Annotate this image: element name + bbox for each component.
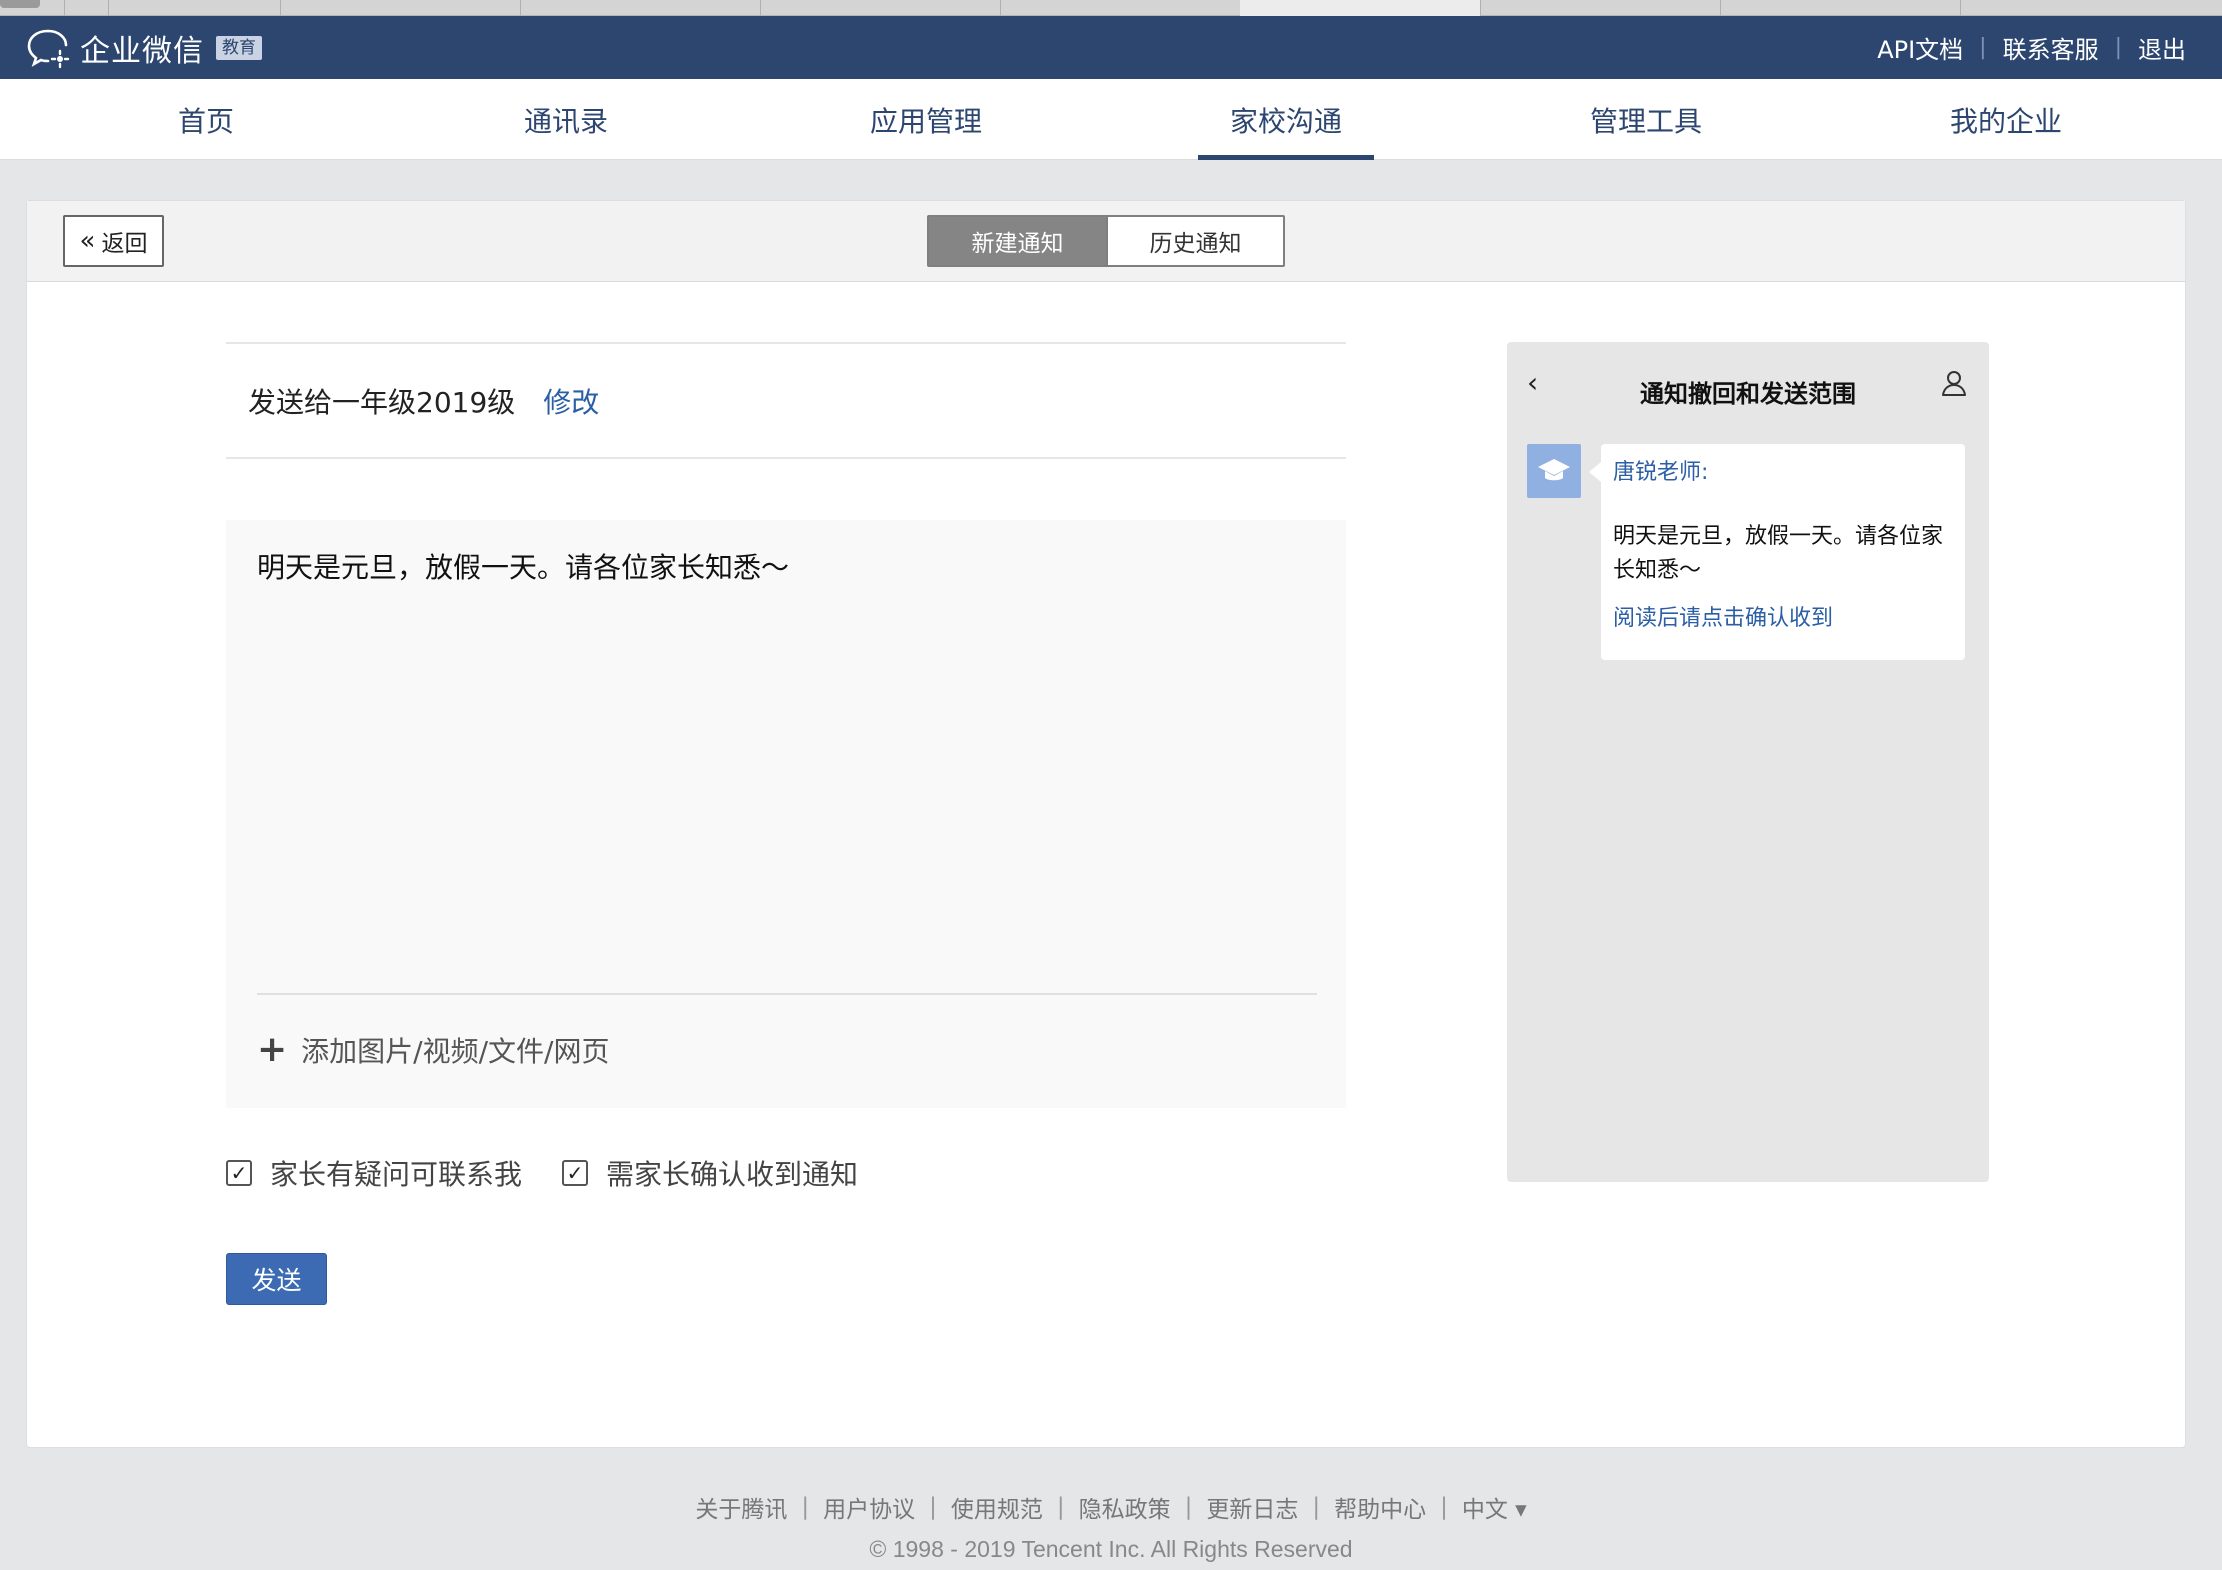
- tab-separator: [1000, 0, 1001, 16]
- footer-link-usage-rules[interactable]: 使用规范: [951, 1490, 1043, 1524]
- checkbox-contact-me[interactable]: ✓: [226, 1160, 252, 1186]
- preview-header: ‹ 通知撤回和发送范围: [1507, 342, 1989, 438]
- logo-badge: 教育: [216, 36, 262, 60]
- tab-separator: [1720, 0, 1721, 16]
- option-contact-me[interactable]: ✓ 家长有疑问可联系我: [226, 1153, 522, 1193]
- double-chevron-left-icon: «: [79, 226, 96, 256]
- preview-message: 明天是元旦，放假一天。请各位家长知悉～: [1613, 524, 1944, 583]
- notice-options: ✓ 家长有疑问可联系我 ✓ 需家长确认收到通知: [226, 1151, 898, 1195]
- nav-item-home-school[interactable]: 家校沟通: [1198, 79, 1374, 160]
- browser-tab-strip: [0, 0, 2222, 16]
- option-require-confirm-label: 需家长确认收到通知: [606, 1158, 859, 1191]
- nav-item-my-enterprise[interactable]: 我的企业: [1918, 79, 2094, 160]
- footer-separator: |: [1312, 1494, 1321, 1520]
- tab-new-notice[interactable]: 新建通知: [929, 217, 1106, 265]
- nav-item-home[interactable]: 首页: [118, 79, 294, 160]
- language-select[interactable]: 中文 ▾: [1462, 1490, 1527, 1524]
- logo-text: 企业微信: [80, 34, 204, 69]
- plus-icon: +: [257, 1029, 288, 1070]
- main-nav: 首页 通讯录 应用管理 家校沟通 管理工具 我的企业: [0, 79, 2222, 160]
- tab-separator: [64, 0, 65, 16]
- option-contact-me-label: 家长有疑问可联系我: [270, 1158, 523, 1191]
- top-header: 企业微信 教育 API文档 | 联系客服 | 退出: [0, 16, 2222, 79]
- wework-logo-icon: [27, 29, 70, 69]
- nav-item-contacts[interactable]: 通讯录: [478, 79, 654, 160]
- footer-links: 关于腾讯 | 用户协议 | 使用规范 | 隐私政策 | 更新日志 | 帮助中心 …: [695, 1490, 1526, 1524]
- phone-preview: ‹ 通知撤回和发送范围 唐锐老师: 明天是元旦，放假一天。请各位家长知悉～ 阅读…: [1507, 342, 1989, 1182]
- browser-tab-active[interactable]: [1240, 0, 1480, 16]
- send-button[interactable]: 发送: [226, 1253, 327, 1305]
- tab-separator: [1960, 0, 1961, 16]
- preview-title: 通知撤回和发送范围: [1640, 380, 1856, 408]
- notice-card: « 返回 新建通知 历史通知 发送给一年级2019级 修改 明天是元旦，放假一天…: [26, 200, 2186, 1448]
- link-separator: |: [2114, 35, 2122, 60]
- footer-link-help[interactable]: 帮助中心: [1334, 1490, 1426, 1524]
- footer-separator: |: [1184, 1494, 1193, 1520]
- graduation-cap-icon: [1538, 459, 1570, 481]
- checkbox-require-confirm[interactable]: ✓: [562, 1160, 589, 1186]
- card-header: « 返回 新建通知 历史通知: [27, 201, 2185, 282]
- add-attachment-button[interactable]: + 添加图片/视频/文件/网页: [257, 1025, 609, 1075]
- tab-separator: [280, 0, 281, 16]
- tab-separator: [520, 0, 521, 16]
- tab-separator: [760, 0, 761, 16]
- preview-message-bubble: 唐锐老师: 明天是元旦，放假一天。请各位家长知悉～ 阅读后请点击确认收到: [1589, 444, 1965, 660]
- tab-history-notice[interactable]: 历史通知: [1106, 217, 1283, 265]
- back-button-label: 返回: [101, 231, 148, 257]
- copyright: © 1998 - 2019 Tencent Inc. All Rights Re…: [869, 1536, 1353, 1562]
- option-require-confirm[interactable]: ✓ 需家长确认收到通知: [562, 1153, 858, 1193]
- footer-link-changelog[interactable]: 更新日志: [1206, 1490, 1298, 1524]
- footer: 关于腾讯 | 用户协议 | 使用规范 | 隐私政策 | 更新日志 | 帮助中心 …: [0, 1490, 2222, 1524]
- nav-item-app-management[interactable]: 应用管理: [838, 79, 1014, 160]
- tab-separator: [108, 0, 109, 16]
- footer-separator: |: [1440, 1494, 1448, 1520]
- api-docs-link[interactable]: API文档: [1877, 30, 1963, 65]
- footer-separator: |: [1056, 1494, 1065, 1520]
- link-separator: |: [1979, 35, 1987, 60]
- notice-content-input[interactable]: 明天是元旦，放假一天。请各位家长知悉～: [257, 548, 1317, 958]
- preview-confirm-link[interactable]: 阅读后请点击确认收到: [1613, 602, 1953, 636]
- segment-control: 新建通知 历史通知: [927, 215, 1285, 267]
- footer-link-user-agreement[interactable]: 用户协议: [823, 1490, 915, 1524]
- add-attachment-label: 添加图片/视频/文件/网页: [301, 1035, 610, 1068]
- footer-separator: |: [801, 1494, 810, 1520]
- edit-recipient-link[interactable]: 修改: [543, 381, 599, 421]
- top-links: API文档 | 联系客服 | 退出: [1877, 16, 2186, 79]
- contact-support-link[interactable]: 联系客服: [2003, 30, 2099, 65]
- logout-link[interactable]: 退出: [2138, 30, 2186, 65]
- notice-editor: 明天是元旦，放假一天。请各位家长知悉～ + 添加图片/视频/文件/网页: [226, 520, 1346, 1108]
- nav-item-management-tools[interactable]: 管理工具: [1558, 79, 1734, 160]
- back-button[interactable]: « 返回: [63, 215, 164, 267]
- footer-separator: |: [929, 1494, 937, 1520]
- footer-link-privacy[interactable]: 隐私政策: [1079, 1490, 1171, 1524]
- teacher-avatar: [1527, 444, 1581, 498]
- recipient-row: 发送给一年级2019级 修改: [226, 342, 1346, 459]
- recipient-text: 发送给一年级2019级: [248, 385, 516, 419]
- editor-divider: [257, 993, 1317, 995]
- preview-sender: 唐锐老师:: [1613, 460, 1709, 485]
- browser-tab-button[interactable]: [0, 0, 40, 8]
- user-icon[interactable]: [1939, 368, 1969, 398]
- logo[interactable]: 企业微信 教育: [26, 26, 262, 70]
- footer-link-about[interactable]: 关于腾讯: [695, 1490, 787, 1524]
- tab-separator: [1480, 0, 1481, 16]
